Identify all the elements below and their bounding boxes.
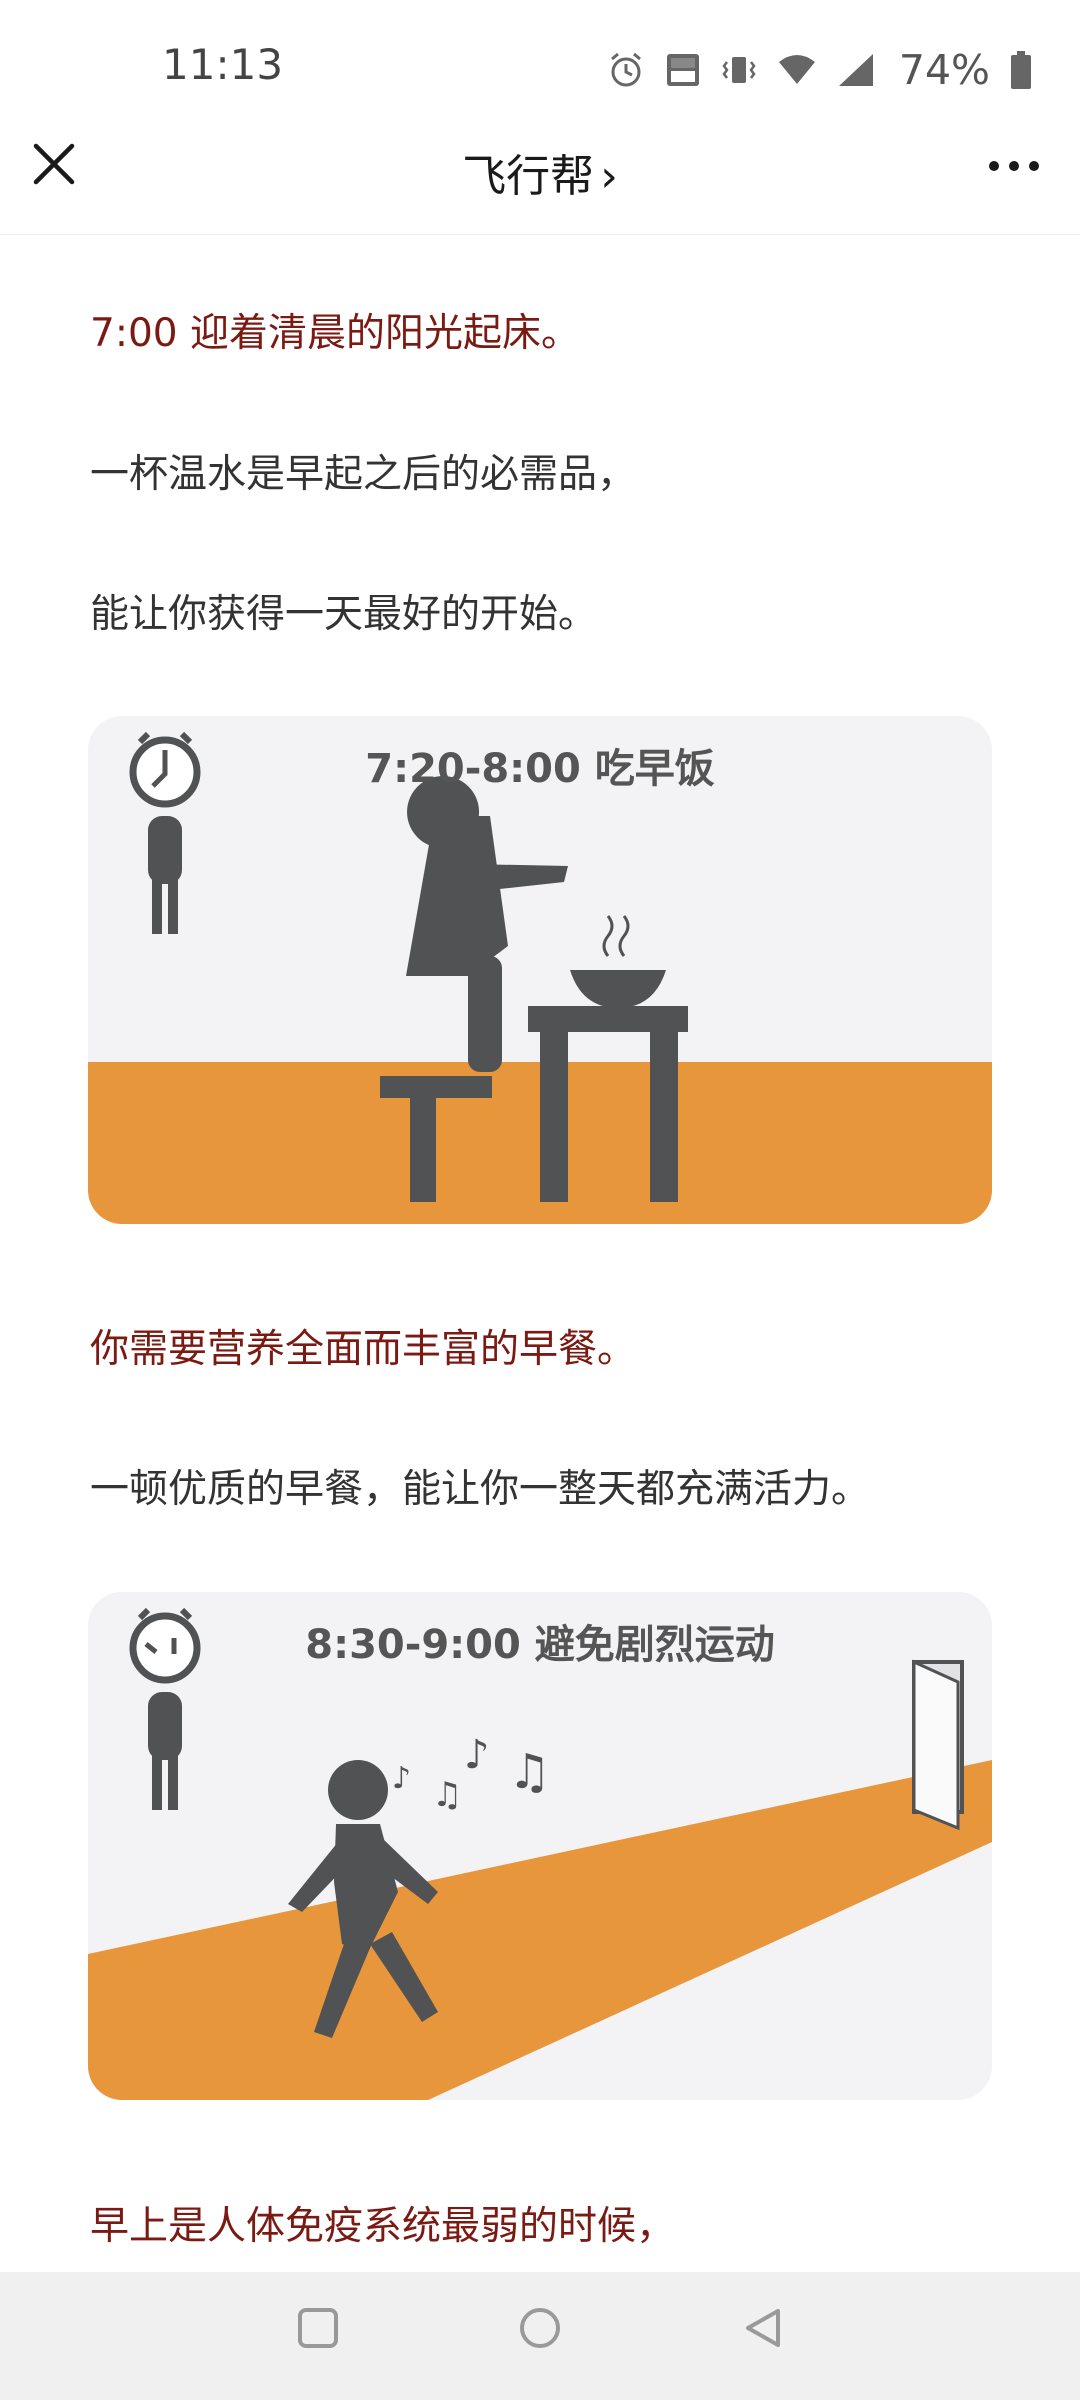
account-title-link[interactable]: 飞行帮 › (0, 140, 1080, 204)
svg-text:♫: ♫ (432, 1775, 462, 1815)
status-time: 11:13 (162, 40, 284, 89)
svg-text:♫: ♫ (508, 1744, 551, 1800)
alarm-clock-icon (129, 1607, 201, 1684)
nav-bar: 飞行帮 › (0, 110, 1080, 235)
paragraph-immune: 早上是人体免疫系统最弱的时候， (90, 2204, 676, 2249)
system-nav-bar (0, 2272, 1080, 2400)
illustration-walk: ♪ ♫ ♪ ♫ 8:30-9:00 避免剧烈运动 (88, 1592, 992, 2100)
alarm-icon (610, 52, 641, 87)
paragraph-good-start: 能让你获得一天最好的开始。 (90, 592, 598, 637)
paragraph-energy: 一顿优质的早餐，能让你一整天都充满活力。 (90, 1467, 871, 1512)
volte-icon (666, 54, 699, 86)
account-title: 飞行帮 (462, 151, 595, 202)
vibrate-icon (722, 57, 756, 83)
illustration-walk-title: 8:30-9:00 避免剧烈运动 (305, 1622, 775, 1668)
walking-scene: ♪ ♫ ♪ ♫ 8:30-9:00 避免剧烈运动 (88, 1592, 992, 2100)
svg-text:♪: ♪ (392, 1761, 411, 1796)
paragraph-wake-up: 7:00 迎着清晨的阳光起床。 (90, 311, 580, 356)
illustration-breakfast-title: 7:20-8:00 吃早饭 (365, 746, 715, 792)
paragraph-nutrition: 你需要营养全面而丰富的早餐。 (90, 1327, 637, 1372)
back-triangle-icon[interactable] (742, 2306, 786, 2350)
door-icon (912, 1659, 964, 1831)
breakfast-scene: 7:20-8:00 吃早饭 (88, 716, 992, 1224)
wifi-icon (778, 55, 815, 84)
illustration-breakfast: 7:20-8:00 吃早饭 (88, 716, 992, 1224)
alarm-clock-icon (129, 731, 201, 808)
battery-icon (1011, 51, 1031, 89)
status-icons: 74% (607, 40, 1032, 100)
paragraph-warm-water: 一杯温水是早起之后的必需品， (90, 452, 637, 497)
more-icon[interactable] (984, 146, 1044, 186)
recents-square-icon[interactable] (296, 2306, 340, 2350)
battery-percent: 74% (898, 46, 990, 94)
svg-text:♪: ♪ (464, 1732, 490, 1778)
home-circle-icon[interactable] (518, 2306, 562, 2350)
signal-icon (838, 54, 873, 86)
chevron-right-icon: › (600, 151, 618, 202)
